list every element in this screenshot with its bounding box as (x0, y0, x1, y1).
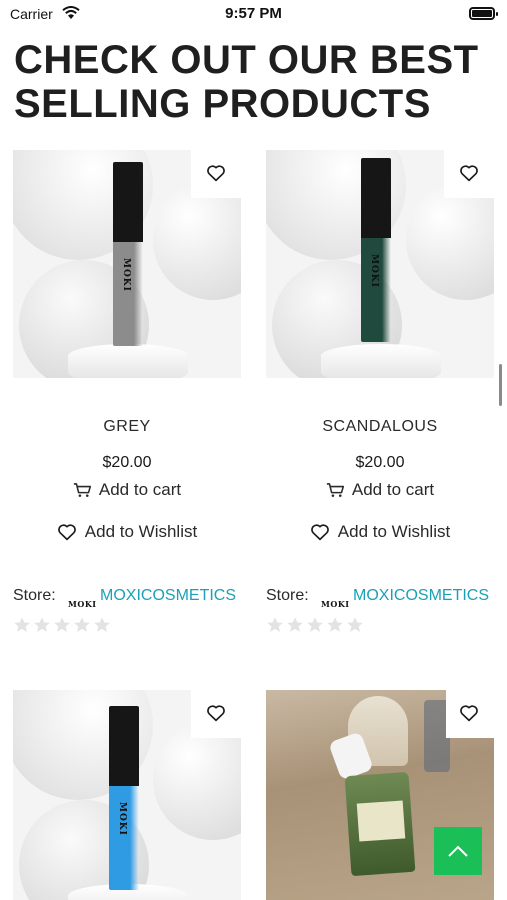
product-card-grey[interactable]: MOKI GREY $20.00 Add to cart Add to Wish… (13, 150, 241, 640)
store-link[interactable]: MOXICOSMETICS (353, 587, 489, 605)
store-logo: MOKI (321, 599, 350, 609)
add-to-cart-button[interactable]: Add to cart (266, 480, 494, 500)
scroll-to-top-button[interactable] (434, 827, 482, 875)
star-icon (327, 617, 343, 632)
status-bar: Carrier 9:57 PM (0, 0, 507, 28)
lip-gloss-tube: MOKI (109, 706, 139, 890)
add-to-wishlist-label: Add to Wishlist (337, 522, 451, 541)
brand-logo: MOKI (121, 258, 131, 292)
star-icon (94, 617, 110, 632)
cart-icon (326, 483, 344, 497)
brand-logo: MOKI (369, 254, 379, 288)
product-card-blue[interactable]: MOKI (13, 690, 241, 900)
product-name[interactable]: SCANDALOUS (266, 418, 494, 436)
cart-icon (73, 483, 91, 497)
star-icon (74, 617, 90, 632)
rating-stars (266, 616, 364, 634)
tube-body: MOKI (113, 242, 143, 346)
add-to-cart-label: Add to cart (351, 480, 435, 499)
tube-body: MOKI (109, 786, 139, 890)
star-icon (347, 617, 363, 632)
lip-gloss-tube: MOKI (361, 158, 391, 342)
star-icon (14, 617, 30, 632)
star-icon (267, 617, 283, 632)
status-time: 9:57 PM (225, 5, 282, 22)
star-icon (287, 617, 303, 632)
rating-stars (13, 616, 111, 634)
store-logo: MOKI (68, 599, 97, 609)
heart-outline-icon (57, 524, 76, 541)
chevron-up-icon (448, 845, 468, 857)
product-card-scandalous[interactable]: MOKI SCANDALOUS $20.00 Add to cart Add t… (266, 150, 494, 640)
product-price: $20.00 (355, 454, 405, 471)
star-icon (307, 617, 323, 632)
lip-gloss-tube: MOKI (113, 162, 143, 346)
star-icon (34, 617, 50, 632)
store-label: Store: (266, 587, 309, 604)
heart-outline-icon[interactable] (458, 162, 480, 184)
brand-logo: MOKI (117, 802, 127, 836)
add-to-wishlist-button[interactable]: Add to Wishlist (266, 522, 494, 542)
battery-icon (469, 7, 498, 20)
store-link[interactable]: MOXICOSMETICS (100, 587, 236, 605)
add-to-cart-label: Add to cart (98, 480, 182, 499)
product-image[interactable]: MOKI (13, 690, 241, 900)
product-image[interactable]: MOKI (13, 150, 241, 378)
add-to-cart-button[interactable]: Add to cart (13, 480, 241, 500)
add-to-wishlist-button[interactable]: Add to Wishlist (13, 522, 241, 542)
product-image[interactable]: MOKI (266, 150, 494, 378)
heart-outline-icon[interactable] (205, 162, 227, 184)
heart-outline-icon[interactable] (458, 702, 480, 724)
section-title: CHECK OUT OUR BEST SELLING PRODUCTS (14, 38, 479, 126)
tube-body: MOKI (361, 238, 391, 342)
star-icon (54, 617, 70, 632)
add-to-wishlist-label: Add to Wishlist (84, 522, 198, 541)
heart-outline-icon (310, 524, 329, 541)
heart-outline-icon[interactable] (205, 702, 227, 724)
store-label: Store: (13, 587, 56, 604)
product-name[interactable]: GREY (13, 418, 241, 436)
scroll-indicator[interactable] (499, 364, 502, 406)
product-price: $20.00 (102, 454, 152, 471)
